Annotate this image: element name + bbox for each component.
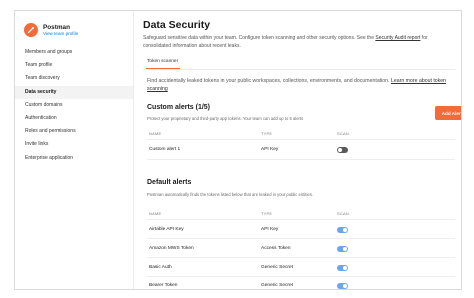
scan-toggle[interactable] — [337, 283, 348, 289]
default-col-scan-header: SCAN — [337, 211, 349, 216]
sidebar-item-members-and-groups[interactable]: Members and groups — [15, 46, 133, 59]
sidebar-item-roles-and-permissions[interactable]: Roles and permissions — [15, 125, 133, 138]
token-scanner-description: Find accidentally leaked tokens in your … — [147, 77, 447, 94]
toggle-knob — [343, 266, 347, 270]
add-alert-button[interactable]: Add Alert — [435, 106, 461, 120]
custom-col-name-header: NAME — [149, 131, 162, 136]
sidebar: Postman View team profile Members and gr… — [15, 11, 134, 289]
table-divider — [147, 159, 455, 160]
default-alerts-title: Default alerts — [147, 179, 192, 186]
table-divider — [147, 139, 455, 140]
default-alerts-description: Postman automatically finds the tokens l… — [147, 192, 313, 197]
table-divider — [147, 276, 455, 277]
table-divider — [147, 238, 455, 239]
sidebar-item-team-profile[interactable]: Team profile — [15, 59, 133, 72]
scan-toggle[interactable] — [337, 227, 348, 233]
main-content: Data Security Safeguard sensitive data w… — [133, 11, 461, 289]
default-alert-name: Airtable API Key — [149, 227, 184, 232]
team-brand[interactable]: Postman View team profile — [24, 23, 78, 37]
tab-active-indicator — [146, 68, 180, 69]
tab-divider — [143, 69, 455, 70]
subtitle-see-text: See the — [356, 35, 376, 41]
custom-col-type-header: TYPE — [261, 131, 273, 136]
sidebar-item-enterprise-application[interactable]: Enterprise application — [15, 152, 133, 165]
table-divider — [147, 219, 455, 220]
sidebar-item-team-discovery[interactable]: Team discovery — [15, 72, 133, 85]
toggle-knob — [343, 247, 347, 251]
sidebar-item-invite-links[interactable]: Invite links — [15, 138, 133, 151]
view-team-profile-link[interactable]: View team profile — [43, 31, 78, 36]
default-alert-type: Generic Secret — [261, 283, 293, 288]
scan-toggle[interactable] — [337, 265, 348, 271]
default-alert-type: Access Token — [261, 246, 291, 251]
subtitle-text: Safeguard sensitive data within your tea… — [143, 35, 356, 41]
sidebar-item-custom-domains[interactable]: Custom domains — [15, 99, 133, 112]
custom-alert-type: API Key — [261, 147, 279, 152]
default-col-type-header: TYPE — [261, 211, 273, 216]
custom-alerts-title: Custom alerts (1/5) — [147, 104, 211, 111]
default-alert-name: Amazon MWS Token — [149, 246, 194, 251]
custom-alert-name: Custom alert 1 — [149, 147, 181, 152]
tab-token-scanner[interactable]: Token scanner — [147, 59, 178, 64]
sidebar-nav: Members and groups Team profile Team dis… — [15, 46, 133, 165]
custom-col-scan-header: SCAN — [337, 131, 349, 136]
scan-toggle[interactable] — [337, 246, 348, 252]
settings-window: Postman View team profile Members and gr… — [14, 10, 462, 290]
toggle-knob — [343, 284, 347, 288]
sidebar-item-data-security[interactable]: Data security — [15, 85, 133, 99]
description-text: Find accidentally leaked tokens in your … — [147, 78, 390, 84]
toggle-knob — [338, 148, 342, 152]
scan-toggle[interactable] — [337, 147, 348, 153]
security-audit-report-link[interactable]: Security Audit report — [375, 35, 420, 41]
sidebar-item-authentication[interactable]: Authentication — [15, 112, 133, 125]
default-col-name-header: NAME — [149, 211, 162, 216]
default-alert-type: Generic Secret — [261, 265, 293, 270]
postman-logo-icon — [24, 23, 38, 37]
toggle-knob — [343, 228, 347, 232]
custom-alerts-description: Protect your proprietary and third-party… — [147, 116, 304, 121]
page-subtitle: Safeguard sensitive data within your tea… — [143, 35, 443, 50]
default-alert-name: Bearer Token — [149, 283, 178, 288]
default-alert-type: API Key — [261, 227, 279, 232]
team-name: Postman — [43, 23, 70, 31]
page-title: Data Security — [143, 19, 211, 31]
table-divider — [147, 257, 455, 258]
default-alert-name: Basic Auth — [149, 265, 172, 270]
